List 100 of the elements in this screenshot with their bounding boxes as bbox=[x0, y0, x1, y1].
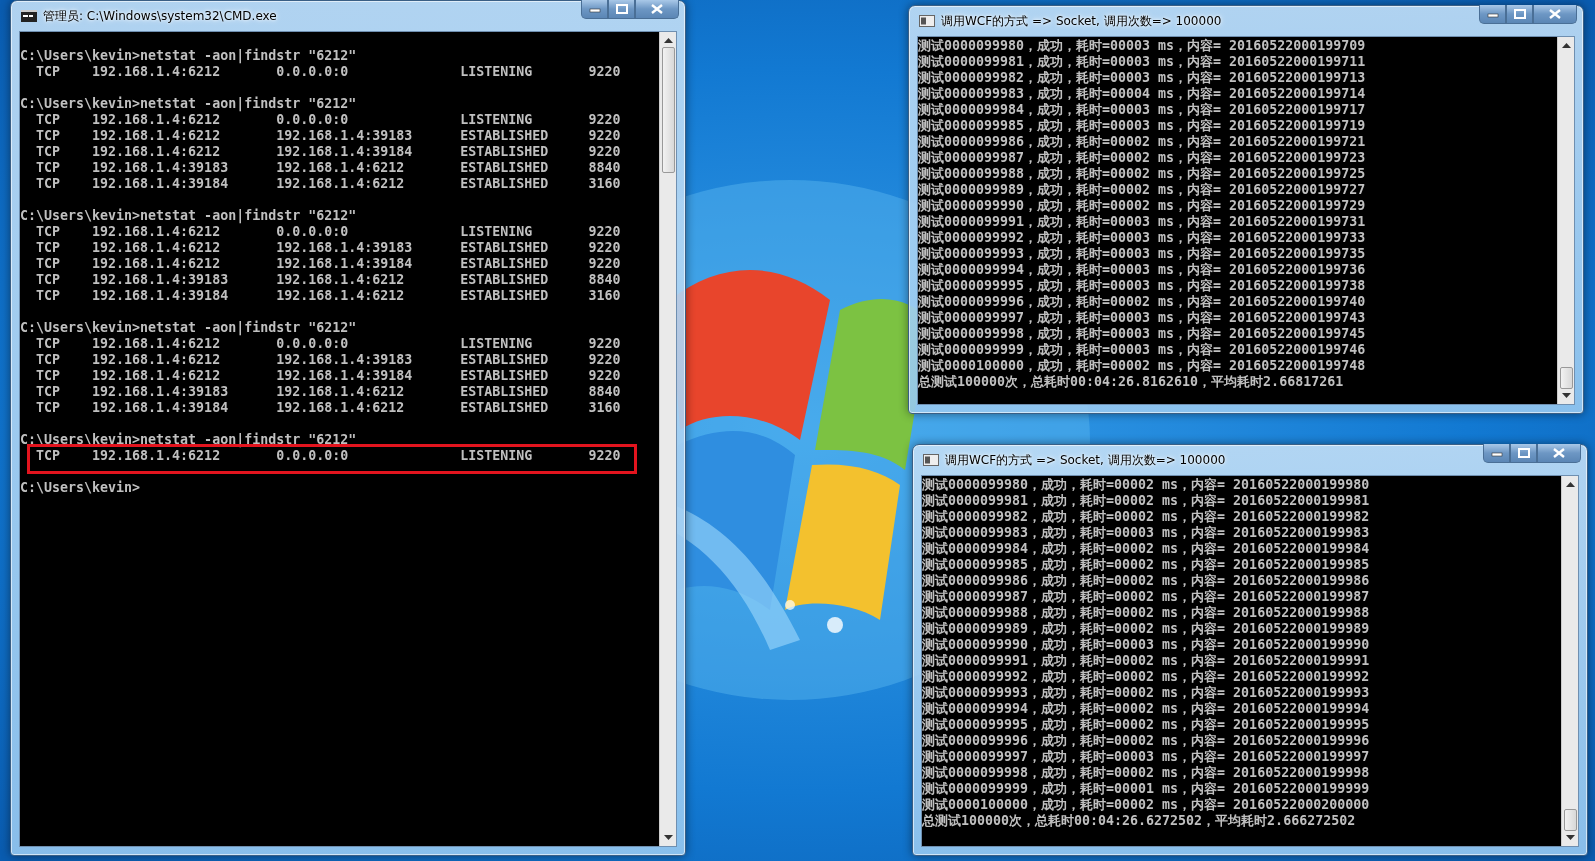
close-button[interactable] bbox=[635, 0, 679, 19]
console-line: 测试0000099981，成功，耗时=00002 ms，内容= 20160522000199981 bbox=[922, 493, 1370, 509]
down-arrow-icon[interactable] bbox=[1565, 835, 1575, 840]
console-line: TCP 192.168.1.4:6212 192.168.1.4:39183 ESTABLISHED 9220 bbox=[35, 240, 621, 256]
console-line: 测试0000099992，成功，耗时=00002 ms，内容= 20160522000199992 bbox=[922, 669, 1370, 685]
console-line: TCP 192.168.1.4:6212 0.0.0.0:0 LISTENING 9220 bbox=[35, 224, 621, 240]
console-line: 测试0000099999，成功，耗时=00003 ms，内容= 20160522000199746 bbox=[918, 342, 1366, 358]
console-icon bbox=[21, 10, 37, 22]
window-title: 调用WCF的方式 => Socket, 调用次数=> 100000 bbox=[941, 12, 1222, 30]
console-line: TCP 192.168.1.4:6212 0.0.0.0:0 LISTENING 9220 bbox=[35, 336, 621, 352]
console-line: 测试0000099989，成功，耗时=00002 ms，内容= 20160522000199989 bbox=[922, 621, 1370, 637]
minimize-button[interactable] bbox=[1479, 5, 1506, 24]
console-line: 测试0000099991，成功，耗时=00002 ms，内容= 20160522000199991 bbox=[922, 653, 1370, 669]
minimize-icon bbox=[588, 5, 601, 13]
console-line: 测试0000099985，成功，耗时=00003 ms，内容= 20160522000199719 bbox=[918, 118, 1366, 134]
command-line: C:\Users\kevin>netstat -aon|findstr "6212" bbox=[20, 432, 357, 448]
console-line: 测试0000099994，成功，耗时=00002 ms，内容= 20160522000199994 bbox=[922, 701, 1370, 717]
command-line: C:\Users\kevin>netstat -aon|findstr "6212" bbox=[20, 96, 357, 112]
console-line: 测试0000099998，成功，耗时=00003 ms，内容= 20160522000199745 bbox=[918, 326, 1366, 342]
scrollbar[interactable] bbox=[659, 32, 676, 846]
console-line: 测试0000099984，成功，耗时=00003 ms，内容= 20160522000199717 bbox=[918, 102, 1366, 118]
console-line: TCP 192.168.1.4:6212 0.0.0.0:0 LISTENING 9220 bbox=[35, 64, 621, 80]
console-line: 测试0000099990，成功，耗时=00003 ms，内容= 20160522000199990 bbox=[922, 637, 1370, 653]
console-line: 测试0000099996，成功，耗时=00002 ms，内容= 20160522000199996 bbox=[922, 733, 1370, 749]
down-arrow-icon[interactable] bbox=[663, 835, 673, 840]
window-title: 管理员: C:\Windows\system32\CMD.exe bbox=[43, 7, 277, 25]
console-line: 测试0000099992，成功，耗时=00003 ms，内容= 20160522000199733 bbox=[918, 230, 1366, 246]
console-line: 总测试100000次，总耗时00:04:26.6272502，平均耗时2.666272502 bbox=[922, 813, 1356, 829]
console-line: 测试0000099980，成功，耗时=00003 ms，内容= 20160522000199709 bbox=[918, 38, 1366, 54]
scrollbar[interactable] bbox=[1557, 37, 1574, 404]
up-arrow-icon[interactable] bbox=[1561, 43, 1571, 48]
console-line: 测试0000099997，成功，耗时=00003 ms，内容= 20160522000199997 bbox=[922, 749, 1370, 765]
maximize-icon bbox=[615, 4, 628, 14]
minimize-icon bbox=[1486, 10, 1499, 18]
minimize-icon bbox=[1490, 449, 1503, 457]
console-line: 测试0000099988，成功，耗时=00002 ms，内容= 20160522000199725 bbox=[918, 166, 1366, 182]
maximize-icon bbox=[1513, 9, 1526, 19]
maximize-button[interactable] bbox=[608, 0, 635, 19]
console-line: 测试0000099982，成功，耗时=00003 ms，内容= 20160522000199713 bbox=[918, 70, 1366, 86]
console-line: 测试0000099993，成功，耗时=00003 ms，内容= 20160522000199735 bbox=[918, 246, 1366, 262]
console-line: 测试0000099983，成功，耗时=00003 ms，内容= 20160522000199983 bbox=[922, 525, 1370, 541]
console-line: 测试0000099991，成功，耗时=00003 ms，内容= 20160522000199731 bbox=[918, 214, 1366, 230]
console-line: 测试0000099999，成功，耗时=00001 ms，内容= 20160522000199999 bbox=[922, 781, 1370, 797]
scrollbar[interactable] bbox=[1561, 476, 1578, 846]
console-line: TCP 192.168.1.4:39183 192.168.1.4:6212 ESTABLISHED 8840 bbox=[35, 272, 621, 288]
console-line: 测试0000099981，成功，耗时=00003 ms，内容= 20160522000199711 bbox=[918, 54, 1366, 70]
close-button[interactable] bbox=[1533, 5, 1577, 24]
scrollbar-thumb[interactable] bbox=[1559, 367, 1573, 389]
console-line: 测试0000099989，成功，耗时=00002 ms，内容= 20160522000199727 bbox=[918, 182, 1366, 198]
console-line: 测试0000099986，成功，耗时=00002 ms，内容= 20160522000199986 bbox=[922, 573, 1370, 589]
console-line: 测试0000099996，成功，耗时=00002 ms，内容= 20160522000199740 bbox=[918, 294, 1366, 310]
maximize-button[interactable] bbox=[1510, 444, 1537, 463]
console-line: 测试0000099987，成功，耗时=00002 ms，内容= 20160522000199723 bbox=[918, 150, 1366, 166]
console-line: 测试0000099982，成功，耗时=00002 ms，内容= 20160522000199982 bbox=[922, 509, 1370, 525]
window-title: 调用WCF的方式 => Socket, 调用次数=> 100000 bbox=[945, 451, 1226, 469]
console-line: 测试0000099995，成功，耗时=00002 ms，内容= 20160522000199995 bbox=[922, 717, 1370, 733]
close-icon bbox=[651, 4, 663, 14]
up-arrow-icon[interactable] bbox=[1565, 482, 1575, 487]
command-prompt: C:\Users\kevin> bbox=[20, 480, 141, 496]
down-arrow-icon[interactable] bbox=[1561, 393, 1571, 398]
console-line: TCP 192.168.1.4:39184 192.168.1.4:6212 ESTABLISHED 3160 bbox=[35, 288, 621, 304]
console-line: 测试0000099986，成功，耗时=00002 ms，内容= 20160522000199721 bbox=[918, 134, 1366, 150]
command-line: C:\Users\kevin>netstat -aon|findstr "6212" bbox=[20, 48, 357, 64]
console-line: 测试0000099983，成功，耗时=00004 ms，内容= 20160522000199714 bbox=[918, 86, 1366, 102]
maximize-icon bbox=[1517, 448, 1530, 458]
scrollbar-thumb[interactable] bbox=[1563, 809, 1577, 831]
minimize-button[interactable] bbox=[581, 0, 608, 19]
console-line: TCP 192.168.1.4:39183 192.168.1.4:6212 ESTABLISHED 8840 bbox=[35, 160, 621, 176]
console-icon bbox=[919, 15, 935, 27]
console-line: 总测试100000次，总耗时00:04:26.8162610，平均耗时2.66817261 bbox=[918, 374, 1344, 390]
maximize-button[interactable] bbox=[1506, 5, 1533, 24]
console-line: 测试0000099985，成功，耗时=00002 ms，内容= 20160522000199985 bbox=[922, 557, 1370, 573]
up-arrow-icon[interactable] bbox=[663, 38, 673, 43]
console-line: TCP 192.168.1.4:39184 192.168.1.4:6212 ESTABLISHED 3160 bbox=[35, 176, 621, 192]
console-icon bbox=[923, 454, 939, 466]
close-icon bbox=[1549, 9, 1561, 19]
console-line: TCP 192.168.1.4:6212 192.168.1.4:39184 ESTABLISHED 9220 bbox=[35, 144, 621, 160]
console-line: 测试0000099998，成功，耗时=00002 ms，内容= 20160522000199998 bbox=[922, 765, 1370, 781]
console-line: 测试0000099995，成功，耗时=00003 ms，内容= 20160522000199738 bbox=[918, 278, 1366, 294]
console-line: TCP 192.168.1.4:6212 192.168.1.4:39184 ESTABLISHED 9220 bbox=[35, 368, 621, 384]
console-line: 测试0000099994，成功，耗时=00003 ms，内容= 20160522000199736 bbox=[918, 262, 1366, 278]
console-line: 测试0000099997，成功，耗时=00003 ms，内容= 20160522000199743 bbox=[918, 310, 1366, 326]
console-line: 测试0000099988，成功，耗时=00002 ms，内容= 20160522000199988 bbox=[922, 605, 1370, 621]
console-line: 测试0000099984，成功，耗时=00002 ms，内容= 20160522000199984 bbox=[922, 541, 1370, 557]
console-line: 测试0000100000，成功，耗时=00002 ms，内容= 20160522000199748 bbox=[918, 358, 1366, 374]
console-line: TCP 192.168.1.4:6212 0.0.0.0:0 LISTENING 9220 bbox=[35, 448, 621, 464]
console-line: TCP 192.168.1.4:39183 192.168.1.4:6212 ESTABLISHED 8840 bbox=[35, 384, 621, 400]
console-line: 测试0000099993，成功，耗时=00002 ms，内容= 20160522000199993 bbox=[922, 685, 1370, 701]
console-line: TCP 192.168.1.4:6212 192.168.1.4:39183 ESTABLISHED 9220 bbox=[35, 352, 621, 368]
close-button[interactable] bbox=[1537, 444, 1581, 463]
minimize-button[interactable] bbox=[1483, 444, 1510, 463]
console-line: 测试0000099980，成功，耗时=00002 ms，内容= 20160522000199980 bbox=[922, 477, 1370, 493]
command-line: C:\Users\kevin>netstat -aon|findstr "6212" bbox=[20, 208, 357, 224]
scrollbar-thumb[interactable] bbox=[661, 47, 675, 173]
console-line: TCP 192.168.1.4:6212 0.0.0.0:0 LISTENING 9220 bbox=[35, 112, 621, 128]
console-line: TCP 192.168.1.4:6212 192.168.1.4:39183 ESTABLISHED 9220 bbox=[35, 128, 621, 144]
console-line: 测试0000099990，成功，耗时=00002 ms，内容= 20160522000199729 bbox=[918, 198, 1366, 214]
console-line: TCP 192.168.1.4:39184 192.168.1.4:6212 ESTABLISHED 3160 bbox=[35, 400, 621, 416]
command-line: C:\Users\kevin>netstat -aon|findstr "6212" bbox=[20, 320, 357, 336]
console-line: 测试0000100000，成功，耗时=00002 ms，内容= 20160522000200000 bbox=[922, 797, 1370, 813]
